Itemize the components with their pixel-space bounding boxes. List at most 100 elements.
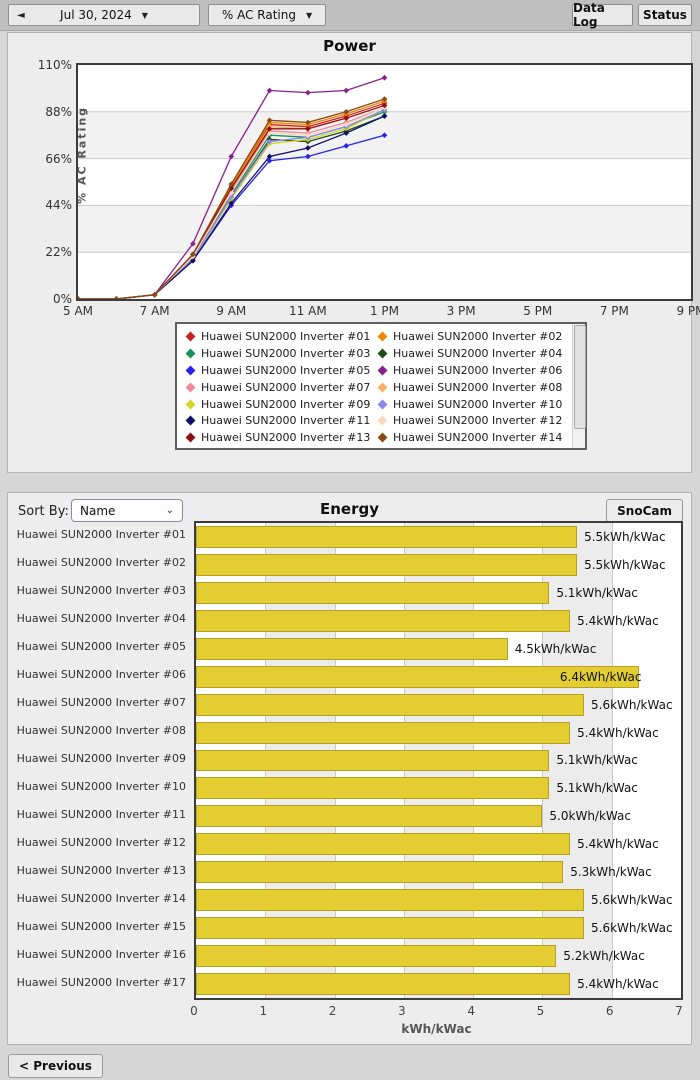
- legend-scrollbar[interactable]: [572, 324, 586, 448]
- energy-x-tick-label: 5: [536, 1004, 545, 1018]
- legend-item[interactable]: Huawei SUN2000 Inverter #04: [375, 347, 567, 360]
- energy-bar[interactable]: [196, 526, 578, 548]
- power-y-tick-label: 110%: [37, 58, 72, 72]
- bar-row: 5.4kWh/kWac: [196, 970, 681, 998]
- bar-row: 5.2kWh/kWac: [196, 942, 681, 970]
- power-x-tick-label: 5 AM: [62, 304, 94, 318]
- energy-bar[interactable]: [196, 973, 571, 995]
- bar-row: 5.4kWh/kWac: [196, 607, 681, 635]
- inverter-row-label: Huawei SUN2000 Inverter #05: [16, 640, 186, 654]
- legend-item[interactable]: Huawei SUN2000 Inverter #14: [375, 431, 567, 444]
- legend-item[interactable]: Huawei SUN2000 Inverter #13: [183, 431, 375, 444]
- energy-bar[interactable]: [196, 917, 584, 940]
- energy-bar[interactable]: [196, 833, 571, 856]
- date-selector[interactable]: ◄ Jul 30, 2024 ▼: [8, 4, 200, 26]
- energy-bar[interactable]: [196, 693, 584, 716]
- legend-item[interactable]: Huawei SUN2000 Inverter #10: [375, 398, 567, 411]
- bar-value-label: 5.1kWh/kWac: [556, 781, 638, 796]
- legend-item-label: Huawei SUN2000 Inverter #13: [201, 431, 371, 445]
- date-caret-icon: ▼: [141, 10, 148, 20]
- bar-row: 5.4kWh/kWac: [196, 719, 681, 747]
- energy-bar[interactable]: [196, 889, 584, 912]
- legend-item[interactable]: Huawei SUN2000 Inverter #06: [375, 364, 567, 377]
- series-marker-icon: [185, 331, 196, 342]
- inverter-row-label: Huawei SUN2000 Inverter #09: [16, 751, 186, 765]
- energy-bar[interactable]: [196, 721, 571, 744]
- energy-bar[interactable]: [196, 945, 557, 968]
- series-marker-icon: [185, 365, 196, 376]
- series-marker-icon: [377, 432, 388, 443]
- legend-item[interactable]: Huawei SUN2000 Inverter #11: [183, 414, 375, 427]
- power-x-tick-label: 3 PM: [446, 304, 476, 318]
- bar-value-label: 5.3kWh/kWac: [570, 865, 652, 880]
- bar-value-label: 5.0kWh/kWac: [549, 809, 631, 824]
- bar-row: 5.5kWh/kWac: [196, 523, 681, 551]
- energy-bar[interactable]: [196, 581, 550, 604]
- energy-bar[interactable]: [196, 749, 550, 772]
- previous-day-arrow-icon[interactable]: ◄: [17, 10, 25, 21]
- series-marker-icon: [305, 89, 311, 96]
- series-marker-icon: [381, 74, 388, 81]
- series-marker-icon: [377, 365, 388, 376]
- legend-item-label: Huawei SUN2000 Inverter #03: [201, 346, 371, 360]
- series-marker-icon: [75, 296, 81, 302]
- bar-row: 5.1kWh/kWac: [196, 774, 681, 802]
- inverter-row-label: Huawei SUN2000 Inverter #01: [16, 528, 186, 542]
- bar-value-label: 5.6kWh/kWac: [591, 697, 673, 712]
- legend-item[interactable]: Huawei SUN2000 Inverter #02: [375, 330, 567, 343]
- series-marker-icon: [185, 415, 196, 426]
- inverter-row-label: Huawei SUN2000 Inverter #04: [16, 612, 186, 626]
- inverter-row-label: Huawei SUN2000 Inverter #02: [16, 556, 186, 570]
- legend-scrollbar-thumb[interactable]: [574, 325, 586, 429]
- energy-bar[interactable]: [196, 637, 508, 660]
- energy-x-tick-label: 7: [675, 1004, 683, 1018]
- legend-item[interactable]: Huawei SUN2000 Inverter #03: [183, 347, 375, 360]
- power-y-axis-label: % AC Rating: [75, 105, 89, 204]
- energy-bar[interactable]: [196, 553, 578, 576]
- previous-page-button[interactable]: < Previous: [8, 1054, 103, 1078]
- energy-x-tick-label: 3: [398, 1004, 406, 1018]
- legend-item-label: Huawei SUN2000 Inverter #02: [393, 329, 563, 343]
- energy-bar-chart: 5.5kWh/kWac 5.5kWh/kWac 5.1kWh/kWac 5.4kWh/…: [194, 521, 683, 1000]
- series-marker-icon: [377, 399, 388, 409]
- legend-item-label: Huawei SUN2000 Inverter #09: [201, 397, 371, 411]
- inverter-row-label: Huawei SUN2000 Inverter #10: [16, 779, 186, 793]
- metric-selector[interactable]: % AC Rating ▼: [208, 4, 326, 26]
- series-marker-icon: [266, 87, 273, 94]
- energy-bar[interactable]: [196, 861, 564, 884]
- energy-bar[interactable]: [196, 805, 543, 828]
- inverter-row-label: Huawei SUN2000 Inverter #08: [16, 724, 186, 738]
- energy-bar[interactable]: [196, 777, 550, 800]
- series-marker-icon: [185, 432, 196, 443]
- series-marker-icon: [377, 415, 388, 426]
- series-marker-icon: [185, 399, 196, 409]
- series-marker-icon: [185, 348, 196, 359]
- inverter-row-label: Huawei SUN2000 Inverter #14: [16, 891, 186, 905]
- bar-value-label: 6.4kWh/kWac: [559, 669, 642, 684]
- bar-row: 5.6kWh/kWac: [196, 691, 681, 719]
- energy-x-tick-label: 6: [605, 1004, 614, 1018]
- bar-row: 5.6kWh/kWac: [196, 886, 681, 914]
- legend-item[interactable]: Huawei SUN2000 Inverter #07: [183, 381, 375, 394]
- data-log-button[interactable]: Data Log: [572, 1, 633, 29]
- inverter-row-label: Huawei SUN2000 Inverter #03: [16, 584, 186, 598]
- series-marker-icon: [377, 331, 388, 342]
- bar-value-label: 5.5kWh/kWac: [584, 529, 666, 544]
- legend-item[interactable]: Huawei SUN2000 Inverter #08: [375, 381, 567, 394]
- power-y-tick-label: 66%: [45, 151, 72, 166]
- energy-bar[interactable]: [196, 609, 571, 632]
- legend-item-label: Huawei SUN2000 Inverter #06: [393, 363, 563, 377]
- snocam-button[interactable]: SnoCam: [606, 499, 683, 522]
- legend-item[interactable]: Huawei SUN2000 Inverter #01: [183, 330, 375, 343]
- legend-item-label: Huawei SUN2000 Inverter #12: [393, 414, 563, 428]
- legend-item-label: Huawei SUN2000 Inverter #01: [201, 329, 371, 343]
- legend-item[interactable]: Huawei SUN2000 Inverter #05: [183, 364, 375, 377]
- bar-value-label: 5.1kWh/kWac: [556, 585, 638, 600]
- legend-item[interactable]: Huawei SUN2000 Inverter #09: [183, 398, 375, 411]
- legend-item[interactable]: Huawei SUN2000 Inverter #12: [375, 414, 567, 427]
- power-y-tick-label: 44%: [45, 198, 72, 213]
- status-button[interactable]: Status: [638, 4, 692, 26]
- bar-value-label: 5.2kWh/kWac: [563, 949, 645, 964]
- energy-x-tick-label: 0: [190, 1004, 198, 1018]
- power-x-tick-label: 1 PM: [369, 304, 400, 318]
